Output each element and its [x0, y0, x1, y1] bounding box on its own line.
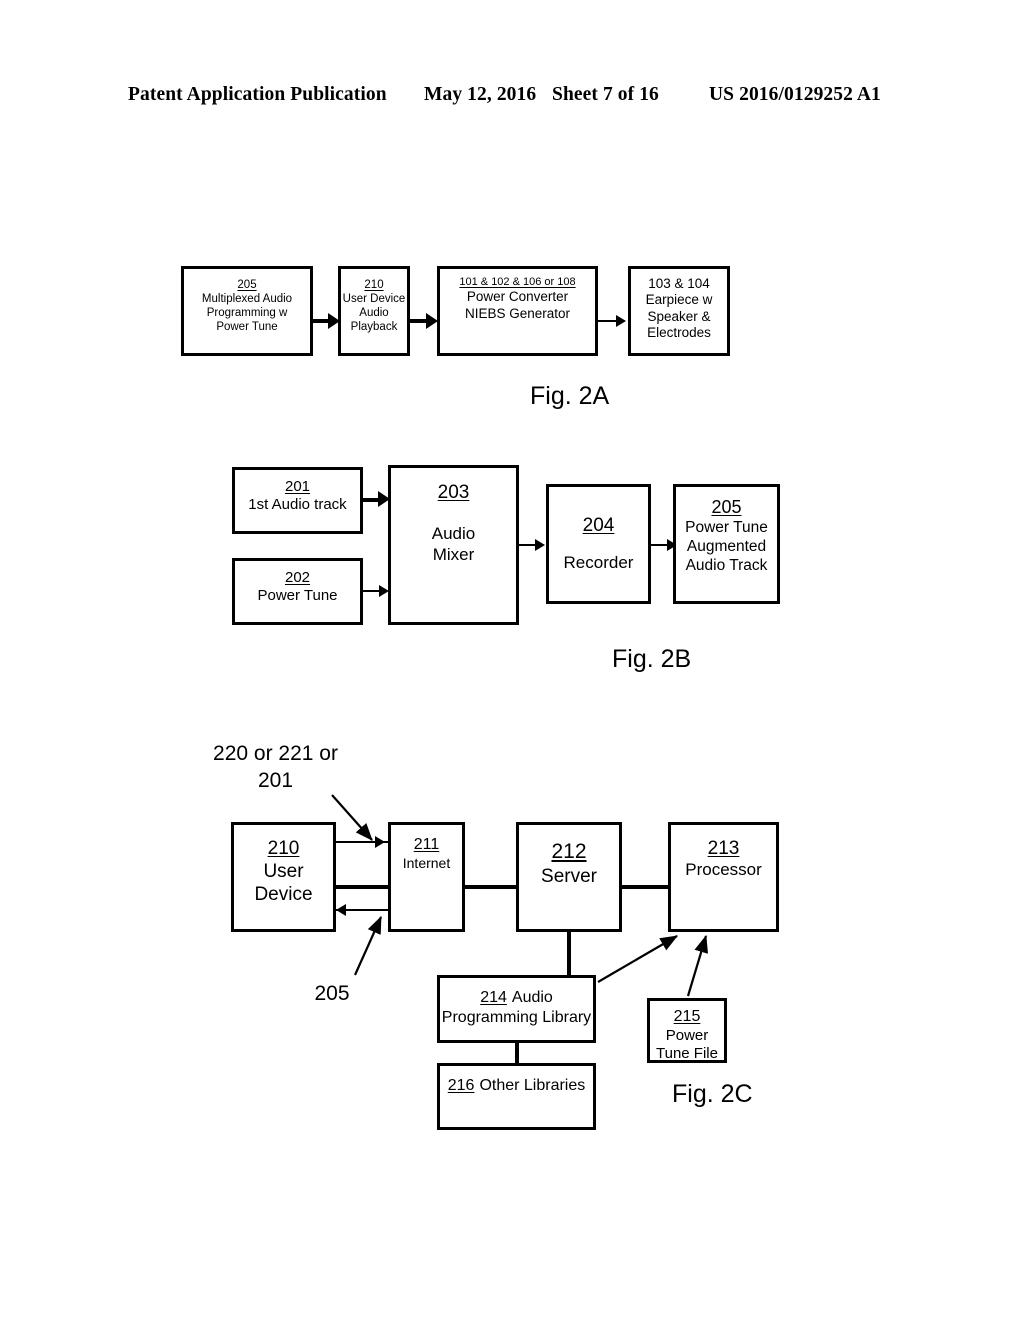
- fig2a-box-205-line2: Programming w: [206, 307, 288, 320]
- fig2a-box-205-line3: Power Tune: [216, 321, 278, 334]
- fig2a-box-205: 205 Multiplexed Audio Programming w Powe…: [181, 266, 313, 356]
- fig2c-box-213: 213 Processor: [668, 822, 779, 932]
- fig2c-box-212: 212 Server: [516, 822, 622, 932]
- fig2b-box-205-line3: Audio Track: [685, 556, 768, 574]
- fig2b-box-202: 202 Power Tune: [232, 558, 363, 625]
- header-date: May 12, 2016: [424, 84, 537, 105]
- fig2b-box-202-ref: 202: [284, 569, 311, 586]
- fig2a-box-210-line1: User Device: [342, 293, 406, 306]
- fig2b-box-203-line2: Mixer: [432, 544, 475, 564]
- fig2c-box-216: 216 Other Libraries: [437, 1063, 596, 1130]
- fig2b-box-203: 203 Audio Mixer: [388, 465, 519, 625]
- fig2b-box-204: 204 Recorder: [546, 484, 651, 604]
- fig2c-box-212-line1: Server: [541, 865, 597, 887]
- fig2c-box-214-line1: 214 Audio: [480, 988, 553, 1008]
- fig2c-link-212-to-213: [622, 885, 668, 889]
- fig2c-callout-220-line2: 201: [257, 769, 294, 793]
- fig2c-box-215-ref: 215: [673, 1008, 701, 1025]
- fig2c-link-211-to-212: [465, 885, 516, 889]
- fig2c-leader-205: [353, 915, 383, 976]
- fig2c-caption: Fig. 2C: [672, 1080, 753, 1108]
- fig2b-caption: Fig. 2B: [612, 645, 692, 673]
- fig2a-box-earpiece: 103 & 104 Earpiece w Speaker & Electrode…: [628, 266, 730, 356]
- fig2c-leader-220: [331, 794, 373, 841]
- fig2a-box-210-line3: Playback: [350, 321, 398, 334]
- fig2a-box-earpiece-line2: Speaker &: [647, 308, 711, 324]
- fig2c-callout-205: 205: [307, 980, 357, 1007]
- fig2a-box-power-converter-line1: Power Converter: [466, 289, 569, 305]
- fig2a-box-210-line2: Audio: [359, 307, 389, 320]
- fig2b-box-205-line1: Power Tune: [685, 518, 768, 536]
- fig2c-box-214: 214 Audio Programming Library: [437, 975, 596, 1043]
- fig2b-box-205-line2: Augmented: [686, 537, 767, 555]
- fig2c-box-213-line1: Processor: [685, 860, 762, 880]
- fig2a-box-power-converter-ref: 101 & 102 & 106 or 108: [459, 276, 576, 288]
- fig2b-box-205-ref: 205: [711, 497, 742, 517]
- fig2b-box-203-ref: 203: [437, 482, 470, 503]
- fig2c-callout-220-line1: 220 or 221 or: [213, 742, 338, 765]
- fig2c-box-211-line1: Internet: [402, 854, 451, 871]
- fig2b-box-204-ref: 204: [582, 515, 615, 537]
- fig2b-box-205: 205 Power Tune Augmented Audio Track: [673, 484, 780, 604]
- fig2a-box-210: 210 User Device Audio Playback: [338, 266, 410, 356]
- fig2c-callout-220-221-201: 220 or 221 or 201: [188, 740, 363, 795]
- fig2c-box-211-ref: 211: [413, 836, 440, 853]
- fig2c-box-210-ref: 210: [267, 838, 300, 859]
- fig2a-box-earpiece-line1: Earpiece w: [645, 292, 713, 308]
- fig2a-box-205-line1: Multiplexed Audio: [201, 293, 293, 306]
- header-sheet-number: Sheet 7 of 16: [552, 84, 659, 105]
- fig2c-box-216-line1-text: Other Libraries: [479, 1077, 586, 1094]
- fig2b-box-204-line1: Recorder: [563, 553, 634, 573]
- header-publication-title: Patent Application Publication: [128, 84, 387, 105]
- fig2a-box-earpiece-line3: Electrodes: [647, 325, 711, 341]
- fig2c-box-215-line1: Power: [665, 1026, 709, 1044]
- fig2c-box-210: 210 User Device: [231, 822, 336, 932]
- fig2c-box-215-line2: Tune File: [656, 1044, 718, 1062]
- fig2c-box-216-ref: 216: [447, 1077, 475, 1094]
- fig2b-box-201-line1: 1st Audio track: [248, 496, 347, 514]
- fig2c-link-212-to-214: [567, 932, 571, 975]
- fig2b-box-201: 201 1st Audio track: [232, 467, 363, 534]
- fig2c-box-211: 211 Internet: [388, 822, 465, 932]
- fig2c-arrow-215-to-213: [686, 934, 709, 997]
- fig2c-link-214-to-216: [515, 1043, 519, 1063]
- fig2b-box-201-ref: 201: [284, 478, 311, 495]
- fig2b-box-202-line1: Power Tune: [257, 587, 338, 605]
- fig2c-box-215: 215 Power Tune File: [647, 998, 727, 1063]
- fig2a-box-earpiece-ref: 103 & 104: [648, 276, 710, 291]
- fig2c-arrow-214-to-213: [597, 935, 678, 983]
- fig2a-box-210-ref: 210: [364, 279, 384, 291]
- fig2c-link-210-to-211-mid: [336, 885, 388, 889]
- fig2c-box-214-line2: Programming Library: [441, 1008, 592, 1026]
- fig2c-box-210-line1: User: [263, 861, 304, 883]
- fig2a-box-power-converter-line2: NIEBS Generator: [464, 305, 571, 321]
- fig2a-box-205-ref: 205: [237, 279, 257, 291]
- fig2c-box-210-line2: Device: [254, 884, 313, 906]
- fig2a-caption: Fig. 2A: [530, 382, 610, 410]
- fig2c-box-214-line1-text: Audio: [511, 989, 553, 1006]
- fig2c-box-214-ref: 214: [480, 989, 507, 1006]
- fig2c-box-216-line1: 216 Other Libraries: [448, 1076, 586, 1096]
- fig2b-box-203-line1: Audio: [431, 524, 476, 544]
- fig2c-box-213-ref: 213: [707, 838, 740, 859]
- fig2a-box-power-converter: 101 & 102 & 106 or 108 Power Converter N…: [437, 266, 598, 356]
- header-patent-number: US 2016/0129252 A1: [709, 84, 881, 105]
- fig2c-box-212-ref: 212: [551, 840, 587, 863]
- fig2c-callout-205-line1: 205: [314, 982, 350, 1005]
